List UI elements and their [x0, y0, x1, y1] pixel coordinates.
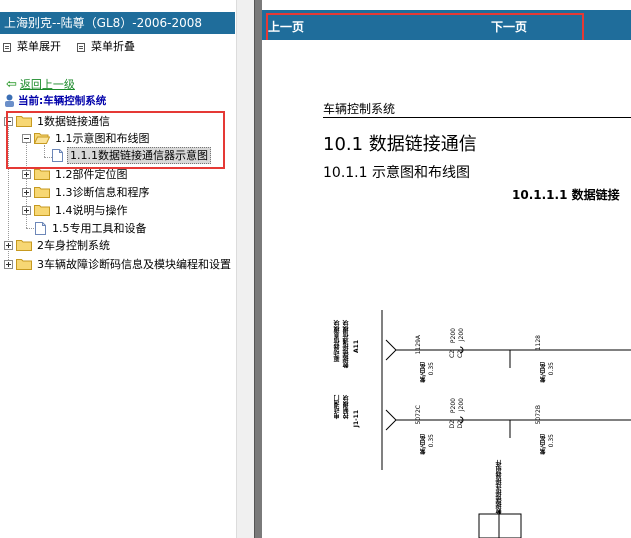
wire-size: 0.35 — [428, 434, 435, 448]
wiring-lines — [381, 310, 631, 538]
open-folder-icon — [34, 133, 50, 144]
module1-id: A11 — [353, 340, 360, 353]
tree-node-label: 3车辆故障诊断码信息及模块编程和设置 — [37, 257, 231, 271]
wire-color: 紫/白色 — [540, 434, 547, 455]
tree-node-schematic[interactable]: 1.1示意图和布线图 — [22, 130, 152, 146]
tree-node-data-link[interactable]: 1数据链接通信 — [4, 113, 112, 129]
wire-size: 0.35 — [548, 434, 555, 448]
tree-connector — [44, 145, 45, 157]
collapse-toggle-icon[interactable] — [22, 133, 31, 143]
vehicle-title: 上海别克--陆尊（GL8）-2006-2008 — [0, 12, 235, 34]
document-heading-2: 10.1.1 示意图和布线图 — [323, 165, 470, 181]
document-heading-1: 10.1 数据链接通信 — [323, 134, 477, 155]
collapse-toggle-icon[interactable] — [4, 116, 13, 126]
wire-number: 1129A — [415, 335, 422, 355]
tree-node-label: 1.5专用工具和设备 — [52, 221, 147, 235]
tree-node-special-tools[interactable]: 1.5专用工具和设备 — [35, 220, 149, 236]
document-content: 车辆控制系统 10.1 数据链接通信 10.1.1 示意图和布线图 10.1.1… — [262, 40, 631, 538]
connector-id: J200 — [458, 328, 465, 342]
wire-number: 5072B — [535, 405, 542, 425]
data-link-connector-label: 数据链接连接器组件 — [496, 460, 503, 514]
expand-toggle-icon[interactable] — [22, 169, 31, 179]
section-header: 车辆控制系统 — [323, 102, 396, 116]
document-panel: 上一页 下一页 车辆控制系统 10.1 数据链接通信 10.1.1 示意图和布线… — [262, 0, 631, 538]
back-up-link[interactable]: ⇦ 返回上一级 — [6, 76, 75, 92]
menu-icon — [3, 42, 11, 52]
expand-toggle-icon[interactable] — [4, 240, 13, 250]
module2-name: 电动滑门 — [334, 395, 341, 419]
expand-menu-label: 菜单展开 — [17, 40, 61, 53]
module2-subname: 控制模块 — [343, 395, 350, 419]
tree-node-component-locator[interactable]: 1.2部件定位图 — [22, 166, 130, 182]
tree-node-description[interactable]: 1.4说明与操作 — [22, 202, 130, 218]
tree-node-label: 1.1.1数据链接通信器示意图 — [67, 146, 211, 164]
folder-icon — [16, 240, 32, 251]
wire-color: 紫/白色 — [420, 434, 427, 455]
tree-node-data-link-schematic[interactable]: 1.1.1数据链接通信器示意图 — [52, 146, 211, 164]
header-rule — [323, 117, 631, 118]
expand-toggle-icon[interactable] — [4, 259, 13, 269]
wire-size: 0.35 — [428, 362, 435, 376]
connector-pin: C2 — [457, 350, 464, 359]
document-heading-3: 10.1.1.1 数据链接 — [512, 188, 620, 202]
folder-icon — [16, 116, 32, 127]
collapse-menu-label: 菜单折叠 — [91, 40, 135, 53]
wire-number: 1128 — [535, 335, 542, 351]
connector-id: J200 — [458, 398, 465, 412]
connector-pin: D2 — [449, 420, 456, 429]
tree-node-label: 1.3诊断信息和程序 — [55, 185, 150, 199]
wire-color: 紫/白色 — [420, 362, 427, 383]
wire-number: 5072C — [415, 405, 422, 425]
person-icon — [5, 94, 14, 107]
expand-menu-button[interactable]: 菜单展开 — [3, 40, 61, 54]
tree-node-label: 1.1示意图和布线图 — [55, 131, 150, 145]
expand-toggle-icon[interactable] — [22, 187, 31, 197]
back-up-label: 返回上一级 — [19, 78, 75, 91]
panel-splitter[interactable] — [254, 0, 262, 538]
previous-page-link[interactable]: 上一页 — [268, 18, 304, 35]
module2-id: J1-11 — [353, 410, 360, 428]
module1-name: 驱动器信息模块 — [334, 320, 341, 362]
tree-node-body-control[interactable]: 2车身控制系统 — [4, 237, 112, 253]
tree-node-dtc-programming[interactable]: 3车辆故障诊断码信息及模块编程和设置 — [4, 256, 233, 272]
back-arrow-icon: ⇦ — [6, 76, 17, 92]
next-page-link[interactable]: 下一页 — [491, 18, 527, 35]
folder-icon — [34, 205, 50, 216]
connector-id: P200 — [450, 398, 457, 414]
tree-node-label: 1.4说明与操作 — [55, 203, 128, 217]
left-scrollbar[interactable] — [236, 0, 254, 538]
module1-subname: 数据链接通信模块 — [343, 320, 350, 368]
document-icon — [52, 148, 63, 162]
document-icon — [35, 221, 46, 235]
menu-icon — [77, 42, 85, 52]
tree-node-label: 2车身控制系统 — [37, 238, 110, 252]
connector-pin: D2 — [457, 420, 464, 429]
wire-size: 0.35 — [548, 362, 555, 376]
folder-icon — [34, 187, 50, 198]
page-nav-bar — [262, 10, 631, 40]
folder-icon — [16, 259, 32, 270]
current-location-label: 当前:车辆控制系统 — [18, 95, 107, 107]
navigation-panel: 上海别克--陆尊（GL8）-2006-2008 菜单展开 菜单折叠 ⇦ 返回上一… — [0, 0, 236, 538]
current-location: 当前:车辆控制系统 — [4, 93, 106, 108]
tree-node-label: 1.2部件定位图 — [55, 167, 128, 181]
wire-color: 紫/白色 — [540, 362, 547, 383]
collapse-menu-button[interactable]: 菜单折叠 — [77, 40, 135, 54]
tree-node-label: 1数据链接通信 — [37, 114, 110, 128]
connector-id: P200 — [450, 328, 457, 344]
folder-icon — [34, 169, 50, 180]
connector-pin: C2 — [449, 350, 456, 359]
tree-node-diagnostics[interactable]: 1.3诊断信息和程序 — [22, 184, 152, 200]
expand-toggle-icon[interactable] — [22, 205, 31, 215]
